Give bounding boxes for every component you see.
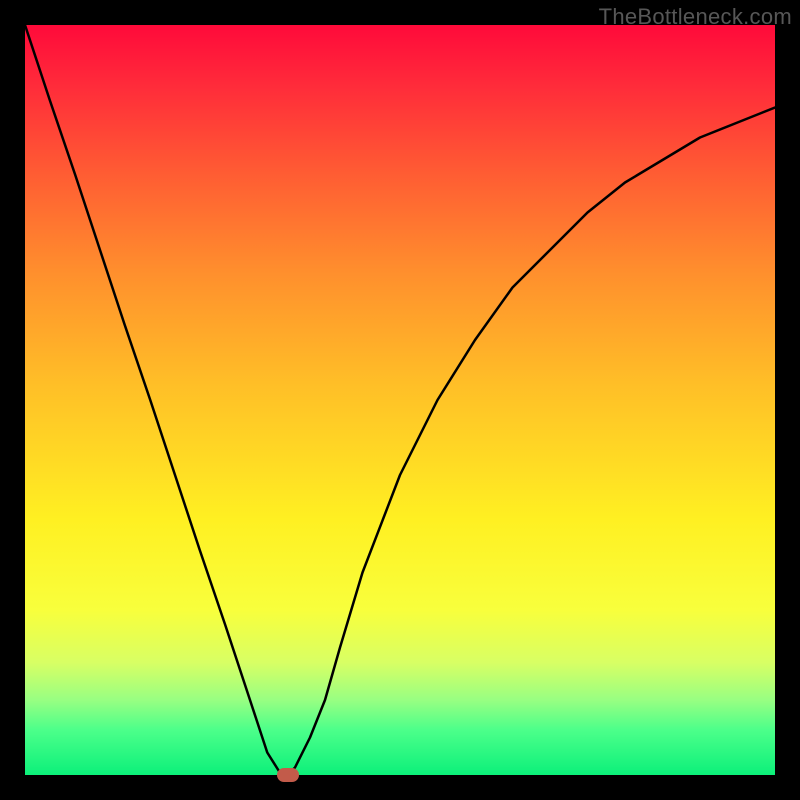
minimum-marker [277, 768, 299, 782]
chart-svg [25, 25, 775, 775]
curve-line [25, 25, 775, 775]
watermark-text: TheBottleneck.com [599, 4, 792, 30]
chart-plot-area [25, 25, 775, 775]
